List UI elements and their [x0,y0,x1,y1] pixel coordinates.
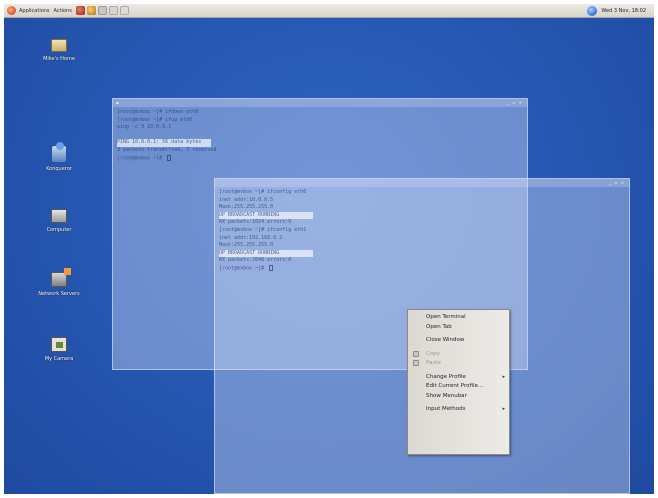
desktop-icon-computer[interactable]: Computer [24,209,94,233]
menu-item-paste: Paste [408,359,509,369]
camera-icon [51,337,67,352]
terminal-titlebar[interactable]: _ ▫ × [215,179,629,187]
home-folder-icon [51,39,67,52]
terminal-line: PING 10.0.0.1: 56 data bytes [117,139,211,147]
desktop-icon-label: My Camera [44,356,74,362]
terminal-context-menu: Open Terminal Open Tab Close Window Copy… [407,309,510,455]
presentation-launcher-icon[interactable] [108,6,118,15]
terminal-line: [root@mvbox ~]# ifconfig eth0 [219,189,307,195]
menu-item-label: Change Profile [426,373,466,380]
window-controls[interactable]: _ ▫ × [507,100,523,105]
terminal-line: Mask:255.255.255.0 [219,242,274,249]
menu-item-input-methods[interactable]: Input Methods ▸ [408,405,509,415]
terminal-output[interactable]: [root@mvbox ~]# ifdown eth0 [root@mvbox … [117,109,523,162]
terminal-line: UP BROADCAST RUNNING [219,249,313,258]
panel-tray: Wed 3 Nov, 18:02 [587,6,646,16]
window-controls[interactable]: _ ▫ × [609,180,625,185]
menu-item-label: Close Window [426,337,465,343]
menu-item-copy: Copy [408,350,509,360]
terminal-line: Mask:255.255.255.0 [219,204,274,211]
menu-item-open-terminal[interactable]: Open Terminal [408,313,509,323]
menu-item-label: Edit Current Profile... [426,383,484,389]
email-launcher-icon[interactable] [86,6,96,15]
panel-clock[interactable]: Wed 3 Nov, 18:02 [601,8,646,14]
terminal-line: [root@mvbox ~]# ifdown eth0 [117,109,199,115]
menu-item-label: Input Methods [426,406,466,412]
menu-item-close-window[interactable]: Close Window [408,336,509,346]
menu-item-label: Copy [426,350,440,357]
submenu-arrow-icon: ▸ [502,406,505,412]
desktop-icon-konqueror[interactable]: Konqueror [24,142,94,172]
terminal-line: inet addr:10.0.0.5 [219,196,274,203]
desktop-icon-label: Mike's Home [43,56,75,62]
paste-icon [413,360,419,366]
terminal-line: [root@mvbox ~]# [219,264,625,273]
applications-menu[interactable]: Applications [19,8,50,14]
menu-item-label: Open Tab [426,323,452,330]
menu-item-label: Open Terminal [426,314,466,320]
terminal-line: ping -c 3 10.0.0.1 [117,124,172,131]
computer-icon [51,209,67,223]
desktop-icon-camera[interactable]: My Camera [24,337,94,362]
terminal-line: RX packets:1024 errors:0 [219,219,292,226]
menu-item-open-tab[interactable]: Open Tab [408,323,509,333]
menu-item-change-profile[interactable]: Change Profile ▸ [408,373,509,383]
web-browser-launcher-icon[interactable] [75,6,85,15]
desktop-icon-home[interactable]: Mike's Home [24,39,94,62]
copy-icon [413,350,419,357]
terminal-cursor [269,264,274,271]
terminal-line: inet addr:192.168.0.2 [219,234,283,241]
office-launcher-icon[interactable] [97,6,107,15]
desktop-icon-label: Computer [46,227,72,233]
network-status-icon[interactable] [587,6,598,16]
gnome-foot-icon[interactable] [7,6,16,15]
desktop-icon-label: Konqueror [46,166,72,172]
network-servers-icon [51,268,71,287]
network-globe-icon [52,142,66,162]
terminal-titlebar[interactable]: ▪ _ ▫ × [113,99,527,107]
desktop-icon-network-servers[interactable]: Network Servers [24,268,94,297]
menu-item-label: Paste [426,360,441,366]
menu-item-label: Show Menubar [426,392,467,399]
desktop-screen: Applications Actions Wed 3 Nov, 18:02 Mi… [4,4,654,494]
terminal-line: [root@mvbox ~]# [117,154,523,163]
window-menu-icon[interactable]: ▪ [116,100,119,105]
terminal-prompt: [root@mvbox ~]# [219,265,268,272]
menu-item-edit-current-profile[interactable]: Edit Current Profile... [408,382,509,392]
terminal-line: 3 packets transmitted, 3 received [117,146,217,153]
terminal-line: RX packets:2048 errors:0 [219,257,292,264]
terminal-line: UP BROADCAST RUNNING [219,211,313,220]
desktop-icon-label: Network Servers [38,291,80,297]
terminal-line: [root@mvbox ~]# ifconfig eth1 [219,226,307,233]
actions-menu[interactable]: Actions [54,8,72,14]
menu-item-show-menubar[interactable]: Show Menubar [408,392,509,402]
terminal-line: [root@mvbox ~]# ifup eth0 [117,116,193,123]
top-panel: Applications Actions Wed 3 Nov, 18:02 [4,4,654,18]
submenu-arrow-icon: ▸ [502,373,505,380]
terminal-output[interactable]: [root@mvbox ~]# ifconfig eth0 inet addr:… [219,189,625,273]
terminal-cursor [167,154,172,161]
spreadsheet-launcher-icon[interactable] [119,6,129,15]
terminal-prompt: [root@mvbox ~]# [117,155,166,162]
